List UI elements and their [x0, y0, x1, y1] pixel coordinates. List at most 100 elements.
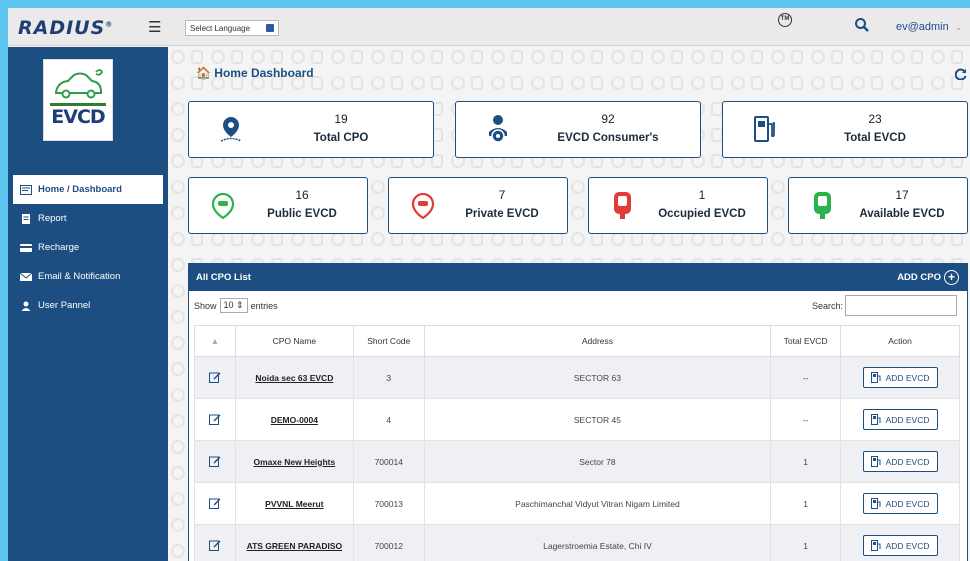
edit-icon[interactable]: [208, 413, 221, 425]
edit-cell: [194, 440, 236, 483]
stat-value: 17: [895, 188, 909, 202]
cpo-name-link[interactable]: Omaxe New Heights: [234, 440, 354, 483]
language-select[interactable]: Select Language: [185, 20, 279, 36]
radius-logo[interactable]: RADIUS®: [18, 17, 113, 39]
action-cell: ADD EVCD: [840, 482, 960, 525]
edit-icon[interactable]: [208, 497, 221, 509]
logo-text: RADIUS: [18, 17, 106, 39]
sidebar-item-recharge[interactable]: Recharge: [13, 233, 163, 262]
short-code-cell: 3: [352, 356, 425, 399]
stat-label: Available EVCD: [859, 208, 945, 220]
language-select-label: Select Language: [190, 24, 251, 33]
add-evcd-label: ADD EVCD: [885, 456, 930, 467]
cpo-name-link[interactable]: PVVNL Meerut: [234, 482, 354, 525]
add-evcd-button[interactable]: ADD EVCD: [862, 535, 938, 556]
add-evcd-button[interactable]: ADD EVCD: [862, 493, 938, 514]
total-evcd-cell: --: [770, 398, 842, 441]
add-evcd-button[interactable]: ADD EVCD: [862, 451, 938, 472]
table-row: Noida sec 63 EVCD 3 SECTOR 63 -- ADD EVCD: [194, 356, 960, 399]
sidebar-item-dashboard[interactable]: Home / Dashboard: [13, 175, 163, 204]
add-cpo-button[interactable]: ADD CPO +: [897, 270, 959, 285]
stat-card-public-evcd[interactable]: 16 Public EVCD: [188, 177, 368, 234]
address-cell: Paschimanchal Vidyut Vitran Nigam Limite…: [423, 482, 772, 525]
total-evcd-cell: 1: [770, 482, 842, 525]
stat-card-occupied-evcd[interactable]: 1 Occupied EVCD: [588, 177, 768, 234]
table-row: ATS GREEN PARADISO 700012 Lagerstroemia Es…: [194, 524, 960, 561]
short-code-cell: 4: [352, 398, 425, 441]
chevron-down-icon: ⌄: [954, 22, 963, 32]
edit-cell: [194, 356, 236, 399]
search-input[interactable]: [845, 295, 957, 316]
cpo-name-link[interactable]: DEMO-0004: [234, 398, 354, 441]
sidebar-item-email[interactable]: Email & Notification: [13, 262, 163, 291]
action-cell: ADD EVCD: [840, 356, 960, 399]
sidebar-item-label: Home / Dashboard: [38, 184, 122, 195]
entries-value: 10: [223, 300, 234, 310]
stat-card-private-evcd[interactable]: 7 Private EVCD: [388, 177, 568, 234]
column-header-action: Action: [840, 325, 960, 357]
page-title-text: Home Dashboard: [214, 66, 314, 80]
charger-icon: [870, 456, 881, 467]
show-label: Show: [194, 300, 217, 311]
stat-card-available-evcd[interactable]: 17 Available EVCD: [788, 177, 968, 234]
sidebar-item-user-panel[interactable]: User Pannel: [13, 291, 163, 320]
card-icon: [20, 243, 32, 252]
edit-icon[interactable]: [208, 371, 221, 383]
sort-column-header[interactable]: ▲: [194, 325, 236, 357]
panel-title: All CPO List: [196, 272, 251, 283]
address-cell: SECTOR 45: [423, 398, 772, 441]
table-header-row: ▲ CPO Name Short Code Address Total EVCD…: [194, 325, 960, 357]
tm-icon: TM: [778, 13, 792, 27]
stat-value: 92: [601, 112, 615, 126]
app-frame: RADIUS® ☰ Select Language TM ev@admin ⌄ E…: [8, 8, 970, 561]
action-cell: ADD EVCD: [840, 440, 960, 483]
action-cell: ADD EVCD: [840, 398, 960, 441]
select-caret-icon: [266, 24, 274, 32]
ev-car-icon: [55, 69, 104, 99]
address-cell: Sector 78: [423, 440, 772, 483]
edit-cell: [194, 482, 236, 525]
stat-value: 16: [295, 188, 309, 202]
sidebar-item-label: Email & Notification: [38, 271, 121, 282]
total-evcd-cell: 1: [770, 440, 842, 483]
search-icon[interactable]: [854, 17, 870, 33]
cpo-name-link[interactable]: ATS GREEN PARADISO: [234, 524, 354, 561]
panel-header: All CPO List ADD CPO +: [189, 264, 967, 291]
refresh-icon[interactable]: [955, 68, 967, 80]
total-evcd-cell: --: [770, 356, 842, 399]
stat-card-consumers[interactable]: 92 EVCD Consumer's: [455, 101, 701, 158]
address-cell: SECTOR 63: [423, 356, 772, 399]
add-evcd-button[interactable]: ADD EVCD: [862, 367, 938, 388]
sidebar: EVCD Home / Dashboard Report Recharge Em…: [8, 47, 168, 561]
sidebar-item-label: Recharge: [38, 242, 80, 253]
stat-label: Total CPO: [313, 132, 369, 144]
stat-value: 1: [698, 188, 706, 202]
column-header-address[interactable]: Address: [423, 325, 772, 357]
add-evcd-label: ADD EVCD: [885, 414, 930, 425]
sidebar-item-label: User Pannel: [38, 300, 91, 311]
add-cpo-label: ADD CPO: [897, 272, 941, 283]
stat-card-total-evcd[interactable]: 23 Total EVCD: [722, 101, 968, 158]
edit-cell: [194, 524, 236, 561]
search-control: Search:: [812, 295, 957, 316]
table-row: Omaxe New Heights 700014 Sector 78 1 ADD EVC…: [194, 440, 960, 483]
cpo-name-link[interactable]: Noida sec 63 EVCD: [234, 356, 354, 399]
stat-card-total-cpo[interactable]: 19 Total CPO: [188, 101, 434, 158]
sidebar-item-report[interactable]: Report: [13, 204, 163, 233]
column-header-total-evcd[interactable]: Total EVCD: [770, 325, 842, 357]
user-menu[interactable]: ev@admin ⌄: [896, 21, 962, 33]
column-header-cpo-name[interactable]: CPO Name: [234, 325, 354, 357]
edit-icon[interactable]: [208, 539, 221, 551]
cpo-list-panel: All CPO List ADD CPO + Show 10 ⇕ entries…: [188, 263, 968, 561]
charger-icon: [870, 414, 881, 425]
entries-select[interactable]: 10 ⇕: [219, 298, 248, 313]
user-icon: [21, 301, 31, 311]
edit-icon[interactable]: [208, 455, 221, 467]
short-code-cell: 700014: [352, 440, 425, 483]
menu-toggle-icon[interactable]: ☰: [148, 18, 161, 36]
plus-circle-icon: +: [944, 270, 959, 285]
stat-label: Total EVCD: [844, 132, 906, 144]
stat-label: Public EVCD: [267, 208, 337, 220]
add-evcd-button[interactable]: ADD EVCD: [862, 409, 938, 430]
column-header-short-code[interactable]: Short Code: [352, 325, 425, 357]
